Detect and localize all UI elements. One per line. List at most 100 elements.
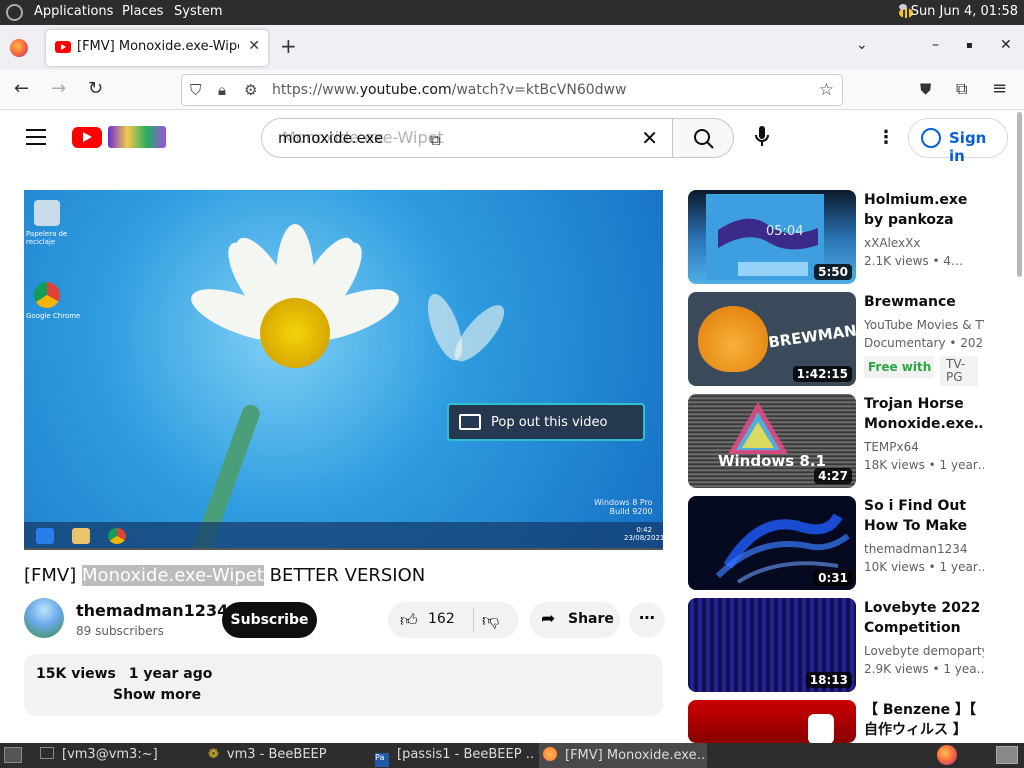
tab-active[interactable]: [FMV] Monoxide.exe-Wipet ✕ <box>46 30 268 66</box>
lock-icon[interactable]: 🔒︎ <box>218 81 226 99</box>
picture-in-picture-icon <box>459 414 481 430</box>
upload-age: 1 year ago <box>128 666 213 682</box>
video-progress-bar[interactable] <box>24 548 663 550</box>
description-box[interactable]: 15K views 1 year ago Show more <box>24 654 663 716</box>
explorer-icon <box>72 528 90 544</box>
recommendation-channel[interactable]: themadman1234 <box>864 542 984 556</box>
recommendation-channel[interactable]: xXAlexXx <box>864 236 984 250</box>
like-icon[interactable]: 👍︎ <box>400 610 418 631</box>
app-menu-icon[interactable]: ≡ <box>992 79 1007 99</box>
pop-out-video-button[interactable]: Pop out this video <box>447 403 645 441</box>
recommendation-channel[interactable]: TEMPx64 <box>864 440 984 454</box>
recommendation-title[interactable]: Brewmance <box>864 292 984 312</box>
url-text[interactable]: https://www.youtube.com/watch?v=ktBcVN60… <box>272 82 626 98</box>
extensions-icon[interactable]: ⧉ <box>956 79 967 99</box>
share-button[interactable]: ➦ Share <box>529 602 620 638</box>
youtube-doodle-logo[interactable] <box>108 126 166 148</box>
places-menu[interactable]: Places <box>122 4 163 19</box>
recommendation-item[interactable]: 0:31 So i Find Out How To Make The… them… <box>688 496 988 590</box>
recommendation-title[interactable]: Lovebyte 2022 Competition -… <box>864 598 984 638</box>
sign-in-label: Sign in <box>949 129 987 165</box>
url-bar[interactable]: ⛉ 🔒︎ ⚙︎ https://www.youtube.com/watch?v=… <box>181 74 843 106</box>
channel-avatar[interactable] <box>24 598 64 638</box>
clock[interactable]: Sun Jun 4, 01:58 <box>911 4 1018 19</box>
video-duration: 0:31 <box>814 570 852 586</box>
microphone-icon[interactable] <box>754 125 770 149</box>
chrome-desktop-label: Google Chrome <box>26 312 81 320</box>
settings-kebab-icon[interactable]: ⋮ <box>877 127 895 148</box>
thumbnail-windows-text: Windows 8.1 <box>718 452 826 470</box>
close-window-button[interactable]: ✕ <box>1000 37 1012 53</box>
video-duration: 4:27 <box>814 468 852 484</box>
taskbar-item-beebeep[interactable]: ❁ vm3 - BeeBEEP <box>208 747 368 762</box>
recommendation-title[interactable]: So i Find Out How To Make The… <box>864 496 984 536</box>
shield-icon[interactable]: ⛉ <box>190 81 201 99</box>
taskbar-item-firefox[interactable]: [FMV] Monoxide.exe… <box>539 743 707 768</box>
recommendation-title[interactable]: 【 Benzene 】【 自作ウィルス 】自… <box>864 700 984 740</box>
subscribe-button[interactable]: Subscribe <box>222 602 317 638</box>
sign-in-button[interactable]: Sign in <box>908 118 1008 165</box>
recommendation-meta: Documentary • 2021 <box>864 336 984 350</box>
list-all-tabs-icon[interactable]: ⌄ <box>856 37 868 53</box>
ie-icon <box>36 528 54 544</box>
recommendation-item[interactable]: 18:13 Lovebyte 2022 Competition -… Loveb… <box>688 598 988 692</box>
recommendation-channel[interactable]: YouTube Movies & TV <box>864 318 984 332</box>
beer-heart-art <box>698 306 768 372</box>
channel-name[interactable]: themadman1234 <box>76 601 228 620</box>
rating-badge: TV-PG <box>940 356 978 386</box>
reload-button[interactable]: ↻ <box>88 79 103 99</box>
back-button[interactable]: ← <box>14 79 29 99</box>
windows-watermark: Windows 8 Pro Build 9200 <box>594 498 653 516</box>
applications-menu[interactable]: Applications <box>34 4 113 19</box>
recommendation-title[interactable]: Trojan Horse Monoxide.exe… <box>864 394 984 434</box>
flower-center <box>260 298 330 368</box>
dislike-icon[interactable]: 👎︎ <box>482 610 499 631</box>
bookmark-star-icon[interactable]: ☆ <box>819 80 834 100</box>
page-scrollbar[interactable] <box>1017 112 1022 277</box>
video-thumbnail[interactable]: 18:13 <box>688 598 856 692</box>
recommendation-title[interactable]: Holmium.exe by pankoza <box>864 190 984 230</box>
taskbar-item-terminal[interactable]: [vm3@vm3:~] <box>40 747 200 762</box>
video-thumbnail[interactable]: BREWMANCE 1:42:15 <box>688 292 856 386</box>
youtube-logo-icon[interactable] <box>72 127 102 148</box>
taskbar-item-passis[interactable]: Pa [passis1 - BeeBEEP … <box>375 747 533 767</box>
pascal-icon: Pa <box>375 753 389 767</box>
recommendation-meta: 2.1K views • 4… <box>864 254 963 268</box>
recommendation-item[interactable]: Windows 8.1 4:27 Trojan Horse Monoxide.e… <box>688 394 988 488</box>
firefox-view-icon[interactable] <box>10 39 28 57</box>
video-thumbnail[interactable] <box>688 700 856 743</box>
recommendation-meta: 10K views • 1 year… <box>864 560 984 574</box>
clear-search-icon[interactable]: ✕ <box>641 126 658 150</box>
recommendation-item[interactable]: 【 Benzene 】【 自作ウィルス 】自… <box>688 700 988 743</box>
search-input[interactable]: Monoxide.exe-Wipet monoxide.exe ⧉ ✕ <box>261 118 673 158</box>
show-more-button[interactable]: Show more <box>113 687 201 703</box>
thumbnail-art <box>808 714 834 743</box>
top-panel: Applications Places System Sun Jun 4, 01… <box>0 0 1024 25</box>
guide-menu-icon[interactable] <box>26 129 46 145</box>
video-thumbnail[interactable]: 05:04 5:50 <box>688 190 856 284</box>
new-tab-button[interactable]: + <box>280 36 297 56</box>
search-button[interactable] <box>672 118 734 158</box>
gnome-logo-icon[interactable] <box>6 4 23 21</box>
like-count[interactable]: 162 <box>428 611 455 627</box>
video-thumbnail[interactable]: Windows 8.1 4:27 <box>688 394 856 488</box>
minimize-button[interactable]: – <box>932 37 939 53</box>
maximize-button[interactable]: ▪ <box>966 40 973 51</box>
view-count: 15K views <box>36 666 116 682</box>
tab-close-icon[interactable]: ✕ <box>248 38 260 54</box>
recommendation-item[interactable]: 05:04 5:50 Holmium.exe by pankoza xXAlex… <box>688 190 988 284</box>
more-actions-button[interactable]: ⋯ <box>629 602 665 638</box>
recommendation-channel[interactable]: Lovebyte demoparty <box>864 644 984 658</box>
show-desktop-icon[interactable] <box>4 747 22 763</box>
recommendation-item[interactable]: BREWMANCE 1:42:15 Brewmance YouTube Movi… <box>688 292 988 386</box>
permissions-icon[interactable]: ⚙︎ <box>244 81 257 99</box>
workspace-switcher[interactable] <box>996 746 1018 764</box>
share-label: Share <box>568 611 614 627</box>
video-thumbnail[interactable]: 0:31 <box>688 496 856 590</box>
pocket-icon[interactable]: ⛊ <box>920 79 931 99</box>
firefox-tray-icon[interactable] <box>937 745 957 765</box>
video-player[interactable]: Papelera de reciclaje Google Chrome Wind… <box>24 190 663 550</box>
like-dislike-bar: 👍︎ 162 👎︎ <box>388 602 519 638</box>
system-menu[interactable]: System <box>174 4 222 19</box>
forward-button[interactable]: → <box>51 79 66 99</box>
